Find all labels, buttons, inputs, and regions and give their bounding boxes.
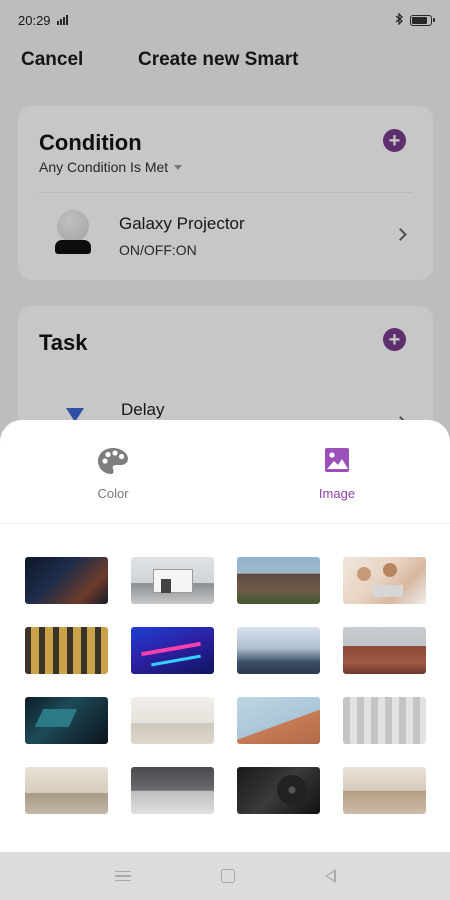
thumbnail-office-building-facade[interactable] bbox=[25, 627, 108, 674]
thumbnail-window-curtains[interactable] bbox=[343, 697, 426, 744]
image-grid bbox=[25, 557, 427, 817]
thumbnail-old-city-rooftops[interactable] bbox=[343, 627, 426, 674]
thumbnail-starry-night-sky[interactable] bbox=[25, 557, 108, 604]
thumbnail-grey-bedroom[interactable] bbox=[131, 767, 214, 814]
thumbnail-bright-bedroom[interactable] bbox=[131, 697, 214, 744]
thumbnail-row-of-townhouses[interactable] bbox=[237, 557, 320, 604]
thumbnail-misty-mountains[interactable] bbox=[237, 627, 320, 674]
home-icon[interactable] bbox=[220, 869, 235, 883]
menu-icon[interactable] bbox=[114, 870, 131, 882]
tab-image[interactable]: Image bbox=[277, 446, 397, 501]
background-picker-sheet: Color Image bbox=[0, 420, 450, 852]
system-nav-bar bbox=[0, 852, 450, 900]
thumbnail-neon-blue-abstract[interactable] bbox=[131, 627, 214, 674]
thumbnail-dark-teal-abstract[interactable] bbox=[25, 697, 108, 744]
palette-icon bbox=[98, 448, 128, 474]
thumbnail-hotel-bedroom[interactable] bbox=[343, 767, 426, 814]
thumbnail-modern-white-house[interactable] bbox=[131, 557, 214, 604]
thumbnail-dark-vinyl-record[interactable] bbox=[237, 767, 320, 814]
thumbnail-family-on-sofa[interactable] bbox=[343, 557, 426, 604]
thumbnail-living-room-interior[interactable] bbox=[25, 767, 108, 814]
tab-color-label: Color bbox=[97, 486, 129, 501]
tab-color[interactable]: Color bbox=[53, 446, 173, 501]
sheet-tabs: Color Image bbox=[0, 420, 450, 524]
back-icon[interactable] bbox=[324, 869, 336, 883]
image-icon bbox=[325, 448, 349, 472]
tab-image-label: Image bbox=[318, 486, 356, 501]
thumbnail-building-corner-sky[interactable] bbox=[237, 697, 320, 744]
